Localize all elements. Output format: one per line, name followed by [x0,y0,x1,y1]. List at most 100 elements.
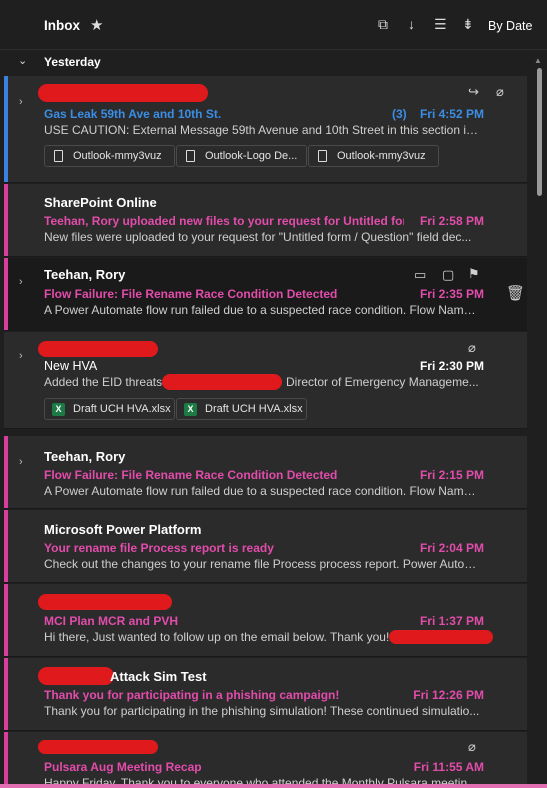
message-time: Fri 4:52 PM [419,107,484,121]
message-subject: New HVA [44,359,98,373]
sort-options-icon[interactable]: ⇟ [462,16,474,33]
expand-thread-icon[interactable]: › [19,350,23,362]
paperclip-icon: ⌀ [468,340,476,355]
bottom-accent-strip [0,784,547,788]
forward-icon: ↪ [468,84,479,99]
paperclip-icon: ⌀ [496,84,504,99]
unread-indicator [4,258,8,330]
message-subject: Your rename file Process report is ready [44,541,274,555]
message-subject: Thank you for participating in a phishin… [44,688,340,702]
group-label: Yesterday [44,55,101,69]
redacted-sender [38,594,172,610]
message-preview: Hi there, Just wanted to follow up on th… [44,630,390,644]
excel-icon: X [52,403,65,416]
message-preview: A Power Automate flow run failed due to … [44,303,480,317]
message-time: Fri 2:04 PM [419,541,484,555]
message-preview: USE CAUTION: External Message 59th Avenu… [44,123,480,137]
message-sender: Teehan, Rory [44,267,126,282]
list-item[interactable]: › ⌀ New HVA Fri 2:30 PM Added the EID th… [4,332,527,429]
list-item[interactable]: › ↪ ⌀ Gas Leak 59th Ave and 10th St. (3)… [4,76,527,183]
attachment-name: Outlook-Logo De... [205,150,298,162]
list-item[interactable]: › Teehan, Rory ▭ ▢ ⚑ 🗑 Flow Failure: Fil… [4,258,527,331]
message-preview-tail: Director of Emergency Manageme... [286,375,479,389]
document-icon [318,150,327,162]
scrollbar-thumb[interactable] [537,68,542,196]
redacted-text [162,374,282,390]
message-subject: Pulsara Aug Meeting Recap [44,760,202,774]
sort-direction-icon[interactable]: ↓ [408,16,415,32]
favorite-star-icon[interactable]: ★ [90,16,103,34]
delete-icon[interactable]: 🗑 [506,284,525,302]
message-time: Fri 2:30 PM [419,359,484,373]
unread-indicator [4,658,8,730]
unread-indicator [4,76,8,182]
list-item[interactable]: Attack Sim Test Thank you for participat… [4,658,527,731]
message-time: Fri 1:37 PM [419,614,484,628]
message-preview: A Power Automate flow run failed due to … [44,484,480,498]
chevron-down-icon[interactable]: ⌄ [18,54,27,67]
unread-indicator [4,732,8,788]
redacted-sender [38,341,158,357]
flag-icon[interactable]: ⚑ [468,266,480,282]
sort-by-label[interactable]: By Date [488,19,532,33]
attachment-chip[interactable]: Outlook-mmy3vuz [308,145,439,167]
redacted-sender [38,740,158,754]
message-sender: Teehan, Rory [44,449,126,464]
unread-indicator [4,184,8,256]
message-time: Fri 11:55 AM [413,760,484,774]
select-mode-icon[interactable]: ⧉ [378,16,388,33]
inbox-header: Inbox ★ ⧉ ↓ ☰ ⇟ By Date [0,0,547,50]
attachment-chip[interactable]: Outlook-Logo De... [176,145,307,167]
message-sender: Attack Sim Test [110,669,207,684]
message-time: Fri 2:15 PM [419,468,484,482]
scroll-up-icon[interactable]: ▲ [534,56,542,65]
paperclip-icon: ⌀ [468,739,476,754]
redacted-sender [38,667,114,685]
message-preview: Check out the changes to your rename fil… [44,557,480,571]
expand-thread-icon[interactable]: › [19,96,23,108]
message-sender: SharePoint Online [44,195,157,210]
group-header-yesterday[interactable]: ⌄ Yesterday [4,50,527,74]
list-item[interactable]: SharePoint Online Teehan, Rory uploaded … [4,184,527,257]
list-item[interactable]: Microsoft Power Platform Your rename fil… [4,510,527,583]
folder-title: Inbox [44,18,80,33]
archive-icon[interactable]: ▭ [414,267,426,283]
message-time: Fri 2:35 PM [419,287,484,301]
message-preview: Added the EID threats [44,375,163,389]
attachment-chip[interactable]: X Draft UCH HVA.xlsx [176,398,307,420]
scrollbar[interactable]: ▲ [529,50,547,788]
expand-thread-icon[interactable]: › [19,456,23,468]
list-item[interactable]: MCI Plan MCR and PVH Fri 1:37 PM Hi ther… [4,584,527,657]
document-icon [186,150,195,162]
message-subject: MCI Plan MCR and PVH [44,614,179,628]
attachment-name: Draft UCH HVA.xlsx [205,403,303,415]
message-subject: Flow Failure: File Rename Race Condition… [44,468,338,482]
unread-indicator [4,510,8,582]
filter-icon[interactable]: ☰ [434,16,447,33]
message-time: Fri 2:58 PM [419,214,484,228]
message-subject: Gas Leak 59th Ave and 10th St. [44,107,222,121]
message-sender: Microsoft Power Platform [44,522,202,537]
unread-indicator [4,584,8,656]
attachment-chip[interactable]: Outlook-mmy3vuz [44,145,175,167]
message-preview: Thank you for participating in the phish… [44,704,480,718]
message-preview: New files were uploaded to your request … [44,230,472,244]
redacted-sender [38,84,208,102]
message-subject: Flow Failure: File Rename Race Condition… [44,287,338,301]
thread-count: (3) [392,107,407,121]
document-icon [54,150,63,162]
redacted-text [389,630,493,644]
attachment-name: Outlook-mmy3vuz [337,150,426,162]
list-item[interactable]: ⌀ Pulsara Aug Meeting Recap Fri 11:55 AM… [4,732,527,788]
move-folder-icon[interactable]: ▢ [442,267,454,283]
attachment-name: Outlook-mmy3vuz [73,150,162,162]
expand-thread-icon[interactable]: › [19,276,23,288]
attachment-chip[interactable]: X Draft UCH HVA.xlsx [44,398,175,420]
message-time: Fri 12:26 PM [413,688,484,702]
unread-indicator [4,436,8,508]
attachment-name: Draft UCH HVA.xlsx [73,403,171,415]
message-subject: Teehan, Rory uploaded new files to your … [44,214,404,228]
message-list: › ↪ ⌀ Gas Leak 59th Ave and 10th St. (3)… [4,76,527,788]
excel-icon: X [184,403,197,416]
list-item[interactable]: › Teehan, Rory Flow Failure: File Rename… [4,436,527,509]
